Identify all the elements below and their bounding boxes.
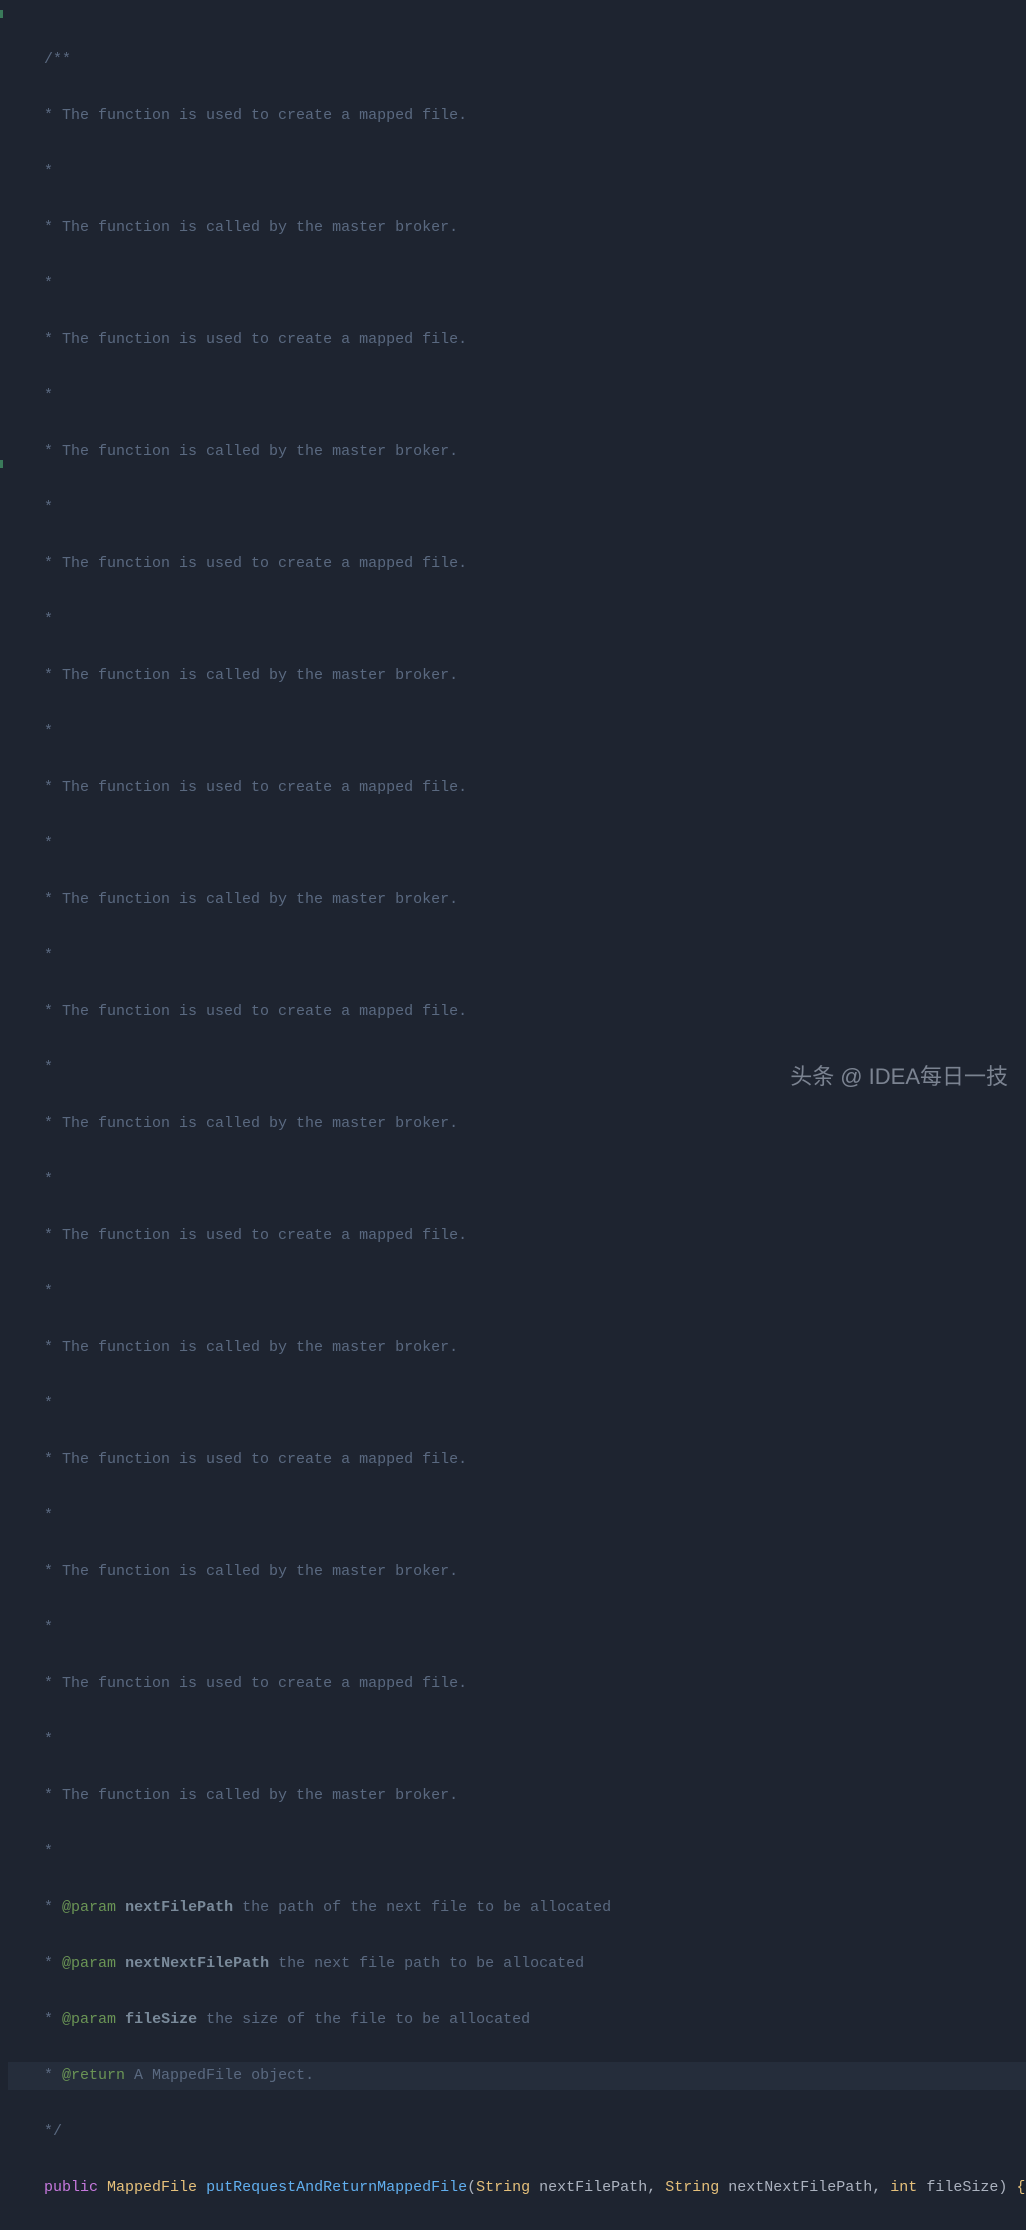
javadoc-param: * @param nextFilePath the path of the ne… xyxy=(8,1899,611,1916)
javadoc-line: * The function is called by the master b… xyxy=(8,891,458,908)
javadoc-line: * The function is called by the master b… xyxy=(8,667,458,684)
javadoc-line: * xyxy=(8,1507,53,1524)
javadoc-line: * The function is used to create a mappe… xyxy=(8,1227,467,1244)
javadoc-line: * xyxy=(8,163,53,180)
keyword-public: public xyxy=(44,2179,98,2196)
javadoc-line: * xyxy=(8,1171,53,1188)
javadoc-line: * The function is used to create a mappe… xyxy=(8,555,467,572)
javadoc-line: * xyxy=(8,1059,53,1076)
javadoc-param: * @param fileSize the size of the file t… xyxy=(8,2011,530,2028)
return-type: MappedFile xyxy=(107,2179,197,2196)
javadoc-line: * The function is called by the master b… xyxy=(8,1787,458,1804)
javadoc-line: * The function is called by the master b… xyxy=(8,443,458,460)
javadoc-line: * xyxy=(8,835,53,852)
method-name: putRequestAndReturnMappedFile xyxy=(206,2179,467,2196)
javadoc-line: * The function is called by the master b… xyxy=(8,1563,458,1580)
javadoc-close: */ xyxy=(8,2123,62,2140)
javadoc-line: * xyxy=(8,1843,53,1860)
javadoc-line: * The function is used to create a mappe… xyxy=(8,1451,467,1468)
javadoc-line: * xyxy=(8,1619,53,1636)
javadoc-line: * The function is used to create a mappe… xyxy=(8,1675,467,1692)
javadoc-line: * The function is called by the master b… xyxy=(8,1115,458,1132)
javadoc-line: * xyxy=(8,1283,53,1300)
javadoc-line: * xyxy=(8,723,53,740)
javadoc-line: * xyxy=(8,499,53,516)
code-editor[interactable]: /** * The function is used to create a m… xyxy=(0,0,1026,2230)
javadoc-line: * The function is used to create a mappe… xyxy=(8,779,467,796)
javadoc-open: /** xyxy=(8,51,71,68)
javadoc-line: * xyxy=(8,387,53,404)
javadoc-line: * The function is used to create a mappe… xyxy=(8,331,467,348)
gutter-mark xyxy=(0,10,3,18)
javadoc-line: * The function is used to create a mappe… xyxy=(8,1003,467,1020)
javadoc-line: * The function is used to create a mappe… xyxy=(8,107,467,124)
gutter-mark xyxy=(0,460,3,468)
javadoc-line: * xyxy=(8,947,53,964)
gutter-strip xyxy=(0,0,3,1115)
javadoc-line: * xyxy=(8,611,53,628)
javadoc-line: * The function is called by the master b… xyxy=(8,219,458,236)
javadoc-line: * xyxy=(8,1731,53,1748)
fold-indicator[interactable]: {...} xyxy=(1016,2179,1026,2196)
javadoc-line: * The function is called by the master b… xyxy=(8,1339,458,1356)
javadoc-return: * @return A MappedFile object. xyxy=(8,2067,314,2084)
method-signature: public MappedFile putRequestAndReturnMap… xyxy=(8,2174,1026,2202)
javadoc-line: * xyxy=(8,275,53,292)
javadoc-param: * @param nextNextFilePath the next file … xyxy=(8,1955,584,1972)
javadoc-line: * xyxy=(8,1395,53,1412)
